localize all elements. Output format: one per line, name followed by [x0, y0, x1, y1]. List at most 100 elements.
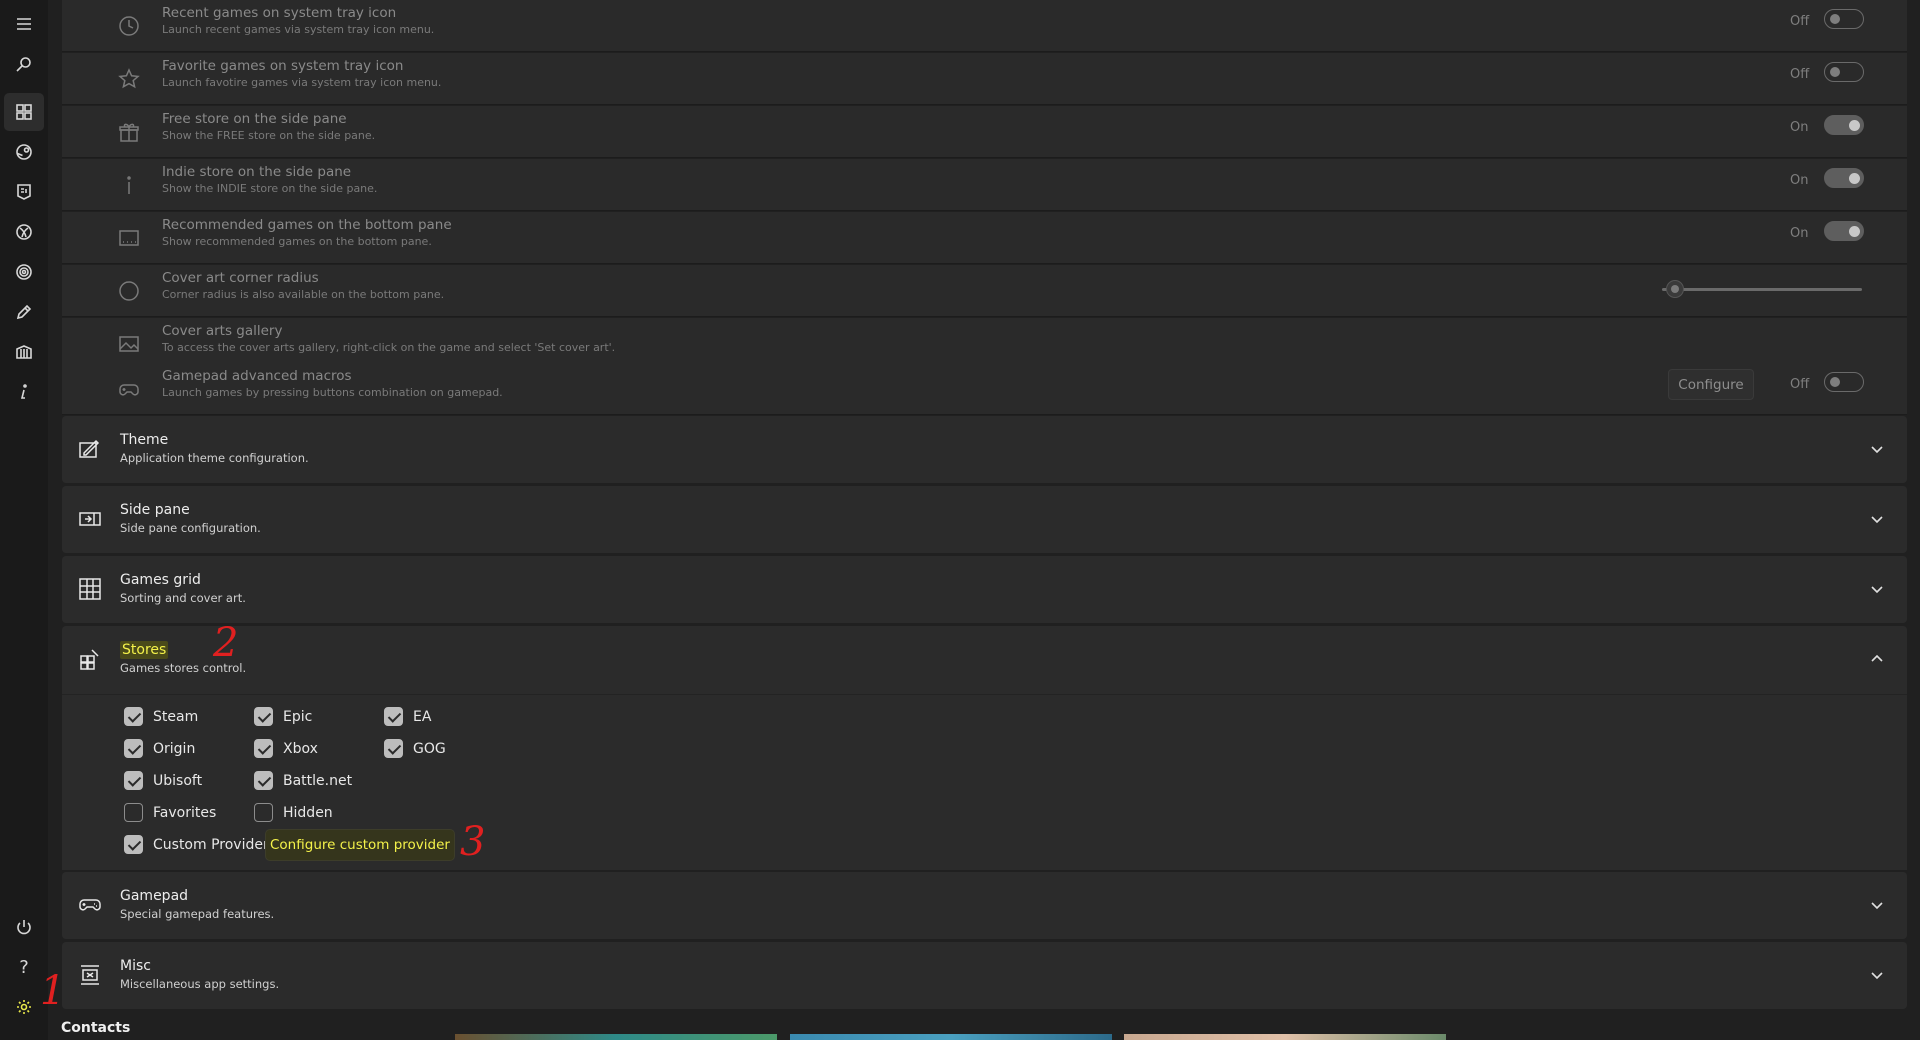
- store-icon[interactable]: [4, 333, 44, 371]
- store-checkbox-epic[interactable]: Epic: [254, 707, 312, 726]
- side-pane-icon: [78, 507, 102, 531]
- store-checkbox-ubisoft[interactable]: Ubisoft: [124, 771, 202, 790]
- menu-icon[interactable]: [4, 5, 44, 43]
- power-icon[interactable]: [4, 908, 44, 946]
- setting-row-recent-games: Recent games on system tray icon Launch …: [62, 0, 1907, 52]
- favorite-games-toggle[interactable]: [1824, 62, 1864, 82]
- configure-custom-provider-button[interactable]: Configure custom provider: [265, 829, 455, 861]
- toggle-state-label: Off: [1790, 14, 1810, 29]
- store-checkbox-custom-provider[interactable]: Custom Provider: [124, 835, 269, 854]
- store-checkbox-steam[interactable]: Steam: [124, 707, 198, 726]
- nav-rail: ?: [0, 0, 48, 1040]
- section-subtitle: Side pane configuration.: [120, 521, 261, 535]
- setting-subtitle: Launch games by pressing buttons combina…: [162, 386, 503, 399]
- setting-title: Indie store on the side pane: [162, 164, 352, 180]
- free-store-toggle[interactable]: [1824, 115, 1864, 135]
- corner-radius-slider-track[interactable]: [1662, 288, 1862, 291]
- setting-row-indie-store: Indie store on the side pane Show the IN…: [62, 159, 1907, 211]
- info-icon[interactable]: [4, 373, 44, 411]
- toggle-state-label: Off: [1790, 377, 1810, 392]
- setting-title: Gamepad advanced macros: [162, 368, 352, 384]
- chevron-down-icon[interactable]: [1870, 441, 1884, 455]
- circle-icon: [118, 280, 140, 302]
- help-icon[interactable]: ?: [4, 948, 44, 986]
- store-checkbox-xbox[interactable]: Xbox: [254, 739, 318, 758]
- grid-icon: [78, 577, 102, 601]
- indie-store-toggle[interactable]: [1824, 168, 1864, 188]
- toggle-state-label: On: [1790, 120, 1809, 135]
- section-subtitle: Sorting and cover art.: [120, 591, 246, 605]
- setting-subtitle: Launch recent games via system tray icon…: [162, 23, 435, 36]
- bottom-pane-icon: [118, 227, 140, 249]
- toggle-state-label: On: [1790, 226, 1809, 241]
- store-checkbox-battlenet[interactable]: Battle.net: [254, 771, 352, 790]
- annotation-2: 2: [213, 620, 239, 666]
- section-title: Misc: [120, 958, 151, 974]
- setting-subtitle: Show the FREE store on the side pane.: [162, 129, 376, 142]
- recommended-thumbnail[interactable]: [455, 1034, 777, 1040]
- info-icon: [118, 174, 140, 196]
- section-title: Theme: [120, 432, 169, 448]
- store-checkbox-origin[interactable]: Origin: [124, 739, 195, 758]
- settings-content: Recent games on system tray icon Launch …: [62, 0, 1907, 1040]
- star-icon: [118, 68, 140, 90]
- stores-panel: Steam Epic EA Origin Xbox GOG Ubisoft Ba…: [62, 694, 1907, 870]
- setting-subtitle: Launch favotire games via system tray ic…: [162, 76, 442, 89]
- library-icon[interactable]: [4, 93, 44, 131]
- chevron-down-icon[interactable]: [1870, 581, 1884, 595]
- setting-row-free-store: Free store on the side pane Show the FRE…: [62, 106, 1907, 158]
- recommended-games-toggle[interactable]: [1824, 221, 1864, 241]
- toggle-state-label: Off: [1790, 67, 1810, 82]
- ubisoft-icon[interactable]: [4, 253, 44, 291]
- image-icon: [118, 333, 140, 355]
- section-stores[interactable]: Stores Games stores control.: [62, 626, 1907, 694]
- setting-row-corner-radius: Cover art corner radius Corner radius is…: [62, 265, 1907, 317]
- recent-games-toggle[interactable]: [1824, 9, 1864, 29]
- chevron-up-icon[interactable]: [1870, 651, 1884, 665]
- section-title: Stores: [120, 641, 169, 659]
- contacts-heading: Contacts: [61, 1020, 131, 1036]
- setting-title: Free store on the side pane: [162, 111, 347, 127]
- section-subtitle: Application theme configuration.: [120, 451, 309, 465]
- section-theme[interactable]: Theme Application theme configuration.: [62, 416, 1907, 483]
- misc-icon: [78, 963, 102, 987]
- gamepad-icon: [78, 893, 102, 917]
- section-title: Games grid: [120, 572, 201, 588]
- store-checkbox-hidden[interactable]: Hidden: [254, 803, 333, 822]
- epic-icon[interactable]: [4, 173, 44, 211]
- section-games-grid[interactable]: Games grid Sorting and cover art.: [62, 556, 1907, 623]
- theme-icon: [78, 437, 102, 461]
- chevron-down-icon[interactable]: [1870, 511, 1884, 525]
- gift-icon: [118, 121, 140, 143]
- toggle-state-label: On: [1790, 173, 1809, 188]
- gamepad-icon: [118, 378, 140, 400]
- corner-radius-slider-thumb[interactable]: [1666, 280, 1684, 298]
- chevron-down-icon[interactable]: [1870, 967, 1884, 981]
- section-misc[interactable]: Misc Miscellaneous app settings.: [62, 942, 1907, 1009]
- store-checkbox-gog[interactable]: GOG: [384, 739, 446, 758]
- chevron-down-icon[interactable]: [1870, 897, 1884, 911]
- recommended-thumbnail[interactable]: [1124, 1034, 1446, 1040]
- setting-title: Cover arts gallery: [162, 323, 283, 339]
- setting-subtitle: Show the INDIE store on the side pane.: [162, 182, 378, 195]
- settings-icon[interactable]: [4, 988, 44, 1026]
- section-title: Gamepad: [120, 888, 189, 904]
- setting-row-favorite-games: Favorite games on system tray icon Launc…: [62, 53, 1907, 105]
- store-checkbox-favorites[interactable]: Favorites: [124, 803, 216, 822]
- gamepad-macros-toggle[interactable]: [1824, 372, 1864, 392]
- setting-title: Cover art corner radius: [162, 270, 319, 286]
- section-gamepad[interactable]: Gamepad Special gamepad features.: [62, 872, 1907, 939]
- edit-icon[interactable]: [4, 293, 44, 331]
- store-checkbox-ea[interactable]: EA: [384, 707, 431, 726]
- setting-subtitle: Show recommended games on the bottom pan…: [162, 235, 432, 248]
- xbox-icon[interactable]: [4, 213, 44, 251]
- setting-title: Recommended games on the bottom pane: [162, 217, 452, 233]
- steam-icon[interactable]: [4, 133, 44, 171]
- setting-row-gamepad-macros: Gamepad advanced macros Launch games by …: [62, 363, 1907, 415]
- search-icon[interactable]: [4, 45, 44, 83]
- recommended-thumbnail[interactable]: [790, 1034, 1112, 1040]
- section-subtitle: Special gamepad features.: [120, 907, 275, 921]
- configure-macros-button[interactable]: Configure: [1668, 369, 1754, 400]
- section-side-pane[interactable]: Side pane Side pane configuration.: [62, 486, 1907, 553]
- setting-title: Favorite games on system tray icon: [162, 58, 404, 74]
